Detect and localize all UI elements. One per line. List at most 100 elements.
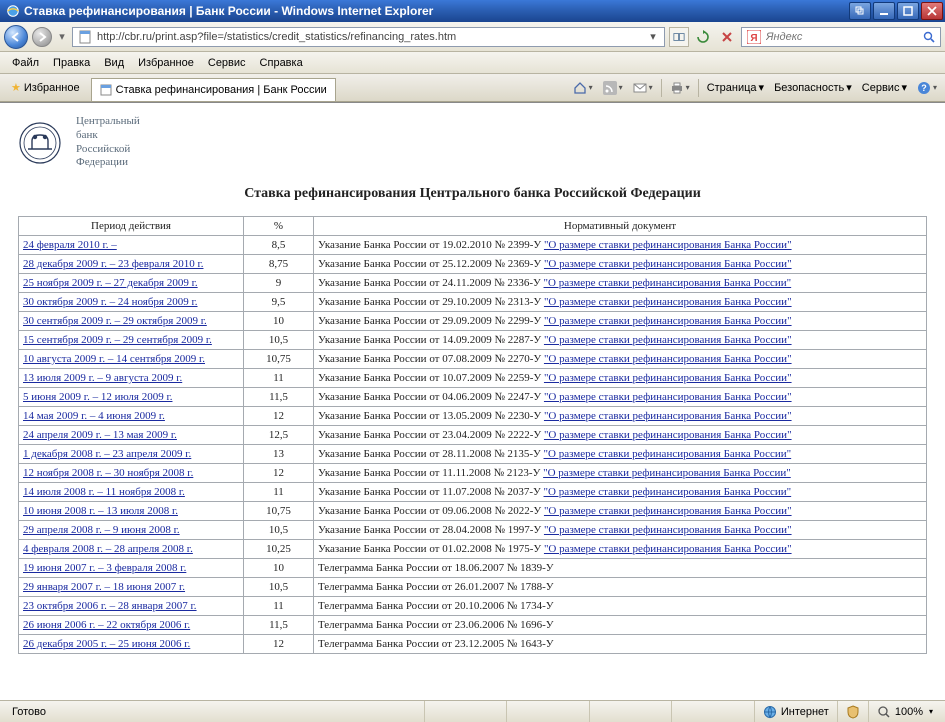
period-cell[interactable]: 23 октября 2006 г. – 28 января 2007 г. — [19, 597, 244, 616]
maximize-button[interactable] — [897, 2, 919, 20]
doc-link[interactable]: "О размере ставки рефинансирования Банка… — [544, 543, 792, 555]
period-cell[interactable]: 10 августа 2009 г. – 14 сентября 2009 г. — [19, 350, 244, 369]
period-cell[interactable]: 14 июля 2008 г. – 11 ноября 2008 г. — [19, 483, 244, 502]
print-button[interactable]: ▾ — [666, 79, 694, 97]
period-cell[interactable]: 10 июня 2008 г. – 13 июля 2008 г. — [19, 502, 244, 521]
period-cell[interactable]: 13 июля 2009 г. – 9 августа 2009 г. — [19, 369, 244, 388]
period-cell[interactable]: 24 апреля 2009 г. – 13 мая 2009 г. — [19, 426, 244, 445]
feeds-button[interactable]: ▾ — [599, 79, 627, 97]
doc-link[interactable]: "О размере ставки рефинансирования Банка… — [544, 353, 792, 365]
favorites-label: Избранное — [24, 82, 80, 94]
doc-link[interactable]: "О размере ставки рефинансирования Банка… — [544, 277, 792, 289]
doc-link[interactable]: "О размере ставки рефинансирования Банка… — [544, 410, 792, 422]
tools-menu[interactable]: Сервис▾ — [858, 79, 911, 96]
period-cell[interactable]: 30 октября 2009 г. – 24 ноября 2009 г. — [19, 293, 244, 312]
menu-favorites[interactable]: Избранное — [132, 55, 200, 71]
content-viewport[interactable]: Центральный банк Российской Федерации Ст… — [0, 102, 945, 700]
doc-link[interactable]: "О размере ставки рефинансирования Банка… — [544, 524, 792, 536]
period-cell[interactable]: 4 февраля 2008 г. – 28 апреля 2008 г. — [19, 540, 244, 559]
doc-link[interactable]: "О размере ставки рефинансирования Банка… — [544, 372, 792, 384]
period-cell[interactable]: 26 декабря 2005 г. – 25 июня 2006 г. — [19, 635, 244, 654]
shield-icon — [846, 705, 860, 719]
browser-tab[interactable]: Ставка рефинансирования | Банк России — [91, 78, 336, 101]
close-button[interactable] — [921, 2, 943, 20]
table-row: 13 июля 2009 г. – 9 августа 2009 г.11Ука… — [19, 369, 927, 388]
doc-link[interactable]: "О размере ставки рефинансирования Банка… — [544, 429, 792, 441]
address-bar[interactable]: ▾ — [72, 27, 665, 47]
menu-help[interactable]: Справка — [254, 55, 309, 71]
svg-text:Я: Я — [750, 33, 757, 44]
period-cell[interactable]: 30 сентября 2009 г. – 29 октября 2009 г. — [19, 312, 244, 331]
minimize-button[interactable] — [873, 2, 895, 20]
menu-service[interactable]: Сервис — [202, 55, 252, 71]
doc-cell: Указание Банка России от 11.11.2008 № 21… — [314, 464, 927, 483]
safety-menu[interactable]: Безопасность▾ — [770, 79, 856, 96]
search-go[interactable] — [920, 28, 938, 46]
table-row: 19 июня 2007 г. – 3 февраля 2008 г.10Тел… — [19, 559, 927, 578]
nav-toolbar: ▾ ▾ Я — [0, 22, 945, 52]
table-row: 30 октября 2009 г. – 24 ноября 2009 г.9,… — [19, 293, 927, 312]
table-row: 26 июня 2006 г. – 22 октября 2006 г.11,5… — [19, 616, 927, 635]
menu-file[interactable]: Файл — [6, 55, 45, 71]
refresh-button[interactable] — [693, 27, 713, 47]
address-dropdown[interactable]: ▾ — [644, 28, 662, 46]
rate-cell: 11 — [244, 483, 314, 502]
rate-cell: 13 — [244, 445, 314, 464]
doc-link[interactable]: "О размере ставки рефинансирования Банка… — [544, 505, 792, 517]
period-cell[interactable]: 29 января 2007 г. – 18 июня 2007 г. — [19, 578, 244, 597]
period-cell[interactable]: 26 июня 2006 г. – 22 октября 2006 г. — [19, 616, 244, 635]
th-doc: Нормативный документ — [314, 217, 927, 236]
history-dropdown[interactable]: ▾ — [56, 30, 68, 43]
mail-button[interactable]: ▾ — [629, 79, 657, 97]
period-cell[interactable]: 12 ноября 2008 г. – 30 ноября 2008 г. — [19, 464, 244, 483]
star-icon: ★ — [11, 81, 21, 94]
doc-link[interactable]: "О размере ставки рефинансирования Банка… — [543, 467, 791, 479]
doc-cell: Телеграмма Банка России от 23.06.2006 № … — [314, 616, 927, 635]
page-menu[interactable]: Страница▾ — [703, 79, 768, 96]
stop-button[interactable] — [717, 27, 737, 47]
doc-link[interactable]: "О размере ставки рефинансирования Банка… — [544, 486, 792, 498]
menu-edit[interactable]: Правка — [47, 55, 96, 71]
th-rate: % — [244, 217, 314, 236]
doc-link[interactable]: "О размере ставки рефинансирования Банка… — [544, 448, 792, 460]
table-row: 24 февраля 2010 г. –8,5Указание Банка Ро… — [19, 236, 927, 255]
window-title-bar: Ставка рефинансирования | Банк России - … — [0, 0, 945, 22]
status-protected-mode[interactable] — [837, 701, 868, 722]
doc-link[interactable]: "О размере ставки рефинансирования Банка… — [544, 391, 792, 403]
search-bar[interactable]: Я — [741, 27, 941, 47]
doc-link[interactable]: "О размере ставки рефинансирования Банка… — [544, 334, 792, 346]
search-input[interactable] — [764, 30, 920, 44]
status-zoom[interactable]: 100%▾ — [868, 701, 941, 722]
table-row: 14 мая 2009 г. – 4 июня 2009 г.12Указани… — [19, 407, 927, 426]
doc-link[interactable]: "О размере ставки рефинансирования Банка… — [544, 315, 792, 327]
forward-button[interactable] — [32, 27, 52, 47]
period-cell[interactable]: 28 декабря 2009 г. – 23 февраля 2010 г. — [19, 255, 244, 274]
svg-text:?: ? — [921, 83, 927, 93]
period-cell[interactable]: 25 ноября 2009 г. – 27 декабря 2009 г. — [19, 274, 244, 293]
period-cell[interactable]: 24 февраля 2010 г. – — [19, 236, 244, 255]
period-cell[interactable]: 14 мая 2009 г. – 4 июня 2009 г. — [19, 407, 244, 426]
period-cell[interactable]: 15 сентября 2009 г. – 29 сентября 2009 г… — [19, 331, 244, 350]
menu-view[interactable]: Вид — [98, 55, 130, 71]
status-zone[interactable]: Интернет — [754, 701, 837, 722]
doc-cell: Указание Банка России от 23.04.2009 № 22… — [314, 426, 927, 445]
help-button[interactable]: ?▾ — [913, 79, 941, 97]
rate-cell: 10,75 — [244, 350, 314, 369]
period-cell[interactable]: 5 июня 2009 г. – 12 июля 2009 г. — [19, 388, 244, 407]
rate-cell: 9 — [244, 274, 314, 293]
period-cell[interactable]: 1 декабря 2008 г. – 23 апреля 2009 г. — [19, 445, 244, 464]
status-bar: Готово Интернет 100%▾ — [0, 700, 945, 722]
doc-link[interactable]: "О размере ставки рефинансирования Банка… — [544, 258, 792, 270]
home-button[interactable]: ▾ — [569, 79, 597, 97]
favorites-button[interactable]: ★ Избранное — [4, 78, 87, 97]
doc-link[interactable]: "О размере ставки рефинансирования Банка… — [544, 296, 792, 308]
period-cell[interactable]: 29 апреля 2008 г. – 9 июня 2008 г. — [19, 521, 244, 540]
back-button[interactable] — [4, 25, 28, 49]
doc-link[interactable]: "О размере ставки рефинансирования Банка… — [544, 239, 792, 251]
bank-text: Центральный банк Российской Федерации — [76, 115, 140, 170]
doc-cell: Указание Банка России от 07.08.2009 № 22… — [314, 350, 927, 369]
compat-view-button[interactable] — [669, 27, 689, 47]
window-button-bg[interactable] — [849, 2, 871, 20]
address-input[interactable] — [95, 29, 644, 45]
period-cell[interactable]: 19 июня 2007 г. – 3 февраля 2008 г. — [19, 559, 244, 578]
